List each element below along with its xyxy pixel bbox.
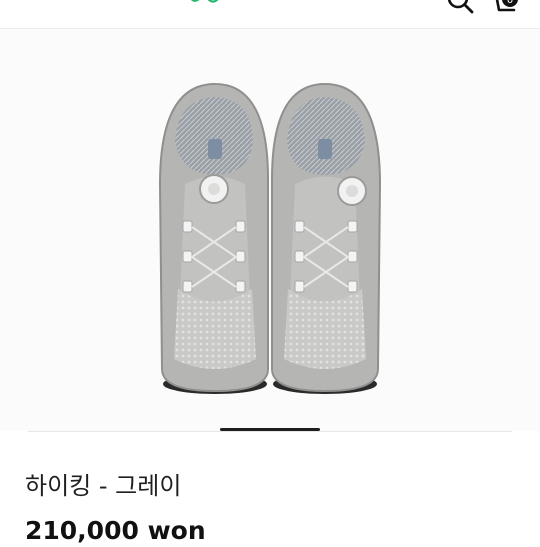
- left-shoe: [158, 82, 269, 394]
- cart-icon[interactable]: 0: [488, 0, 522, 20]
- image-divider: [28, 431, 512, 432]
- product-image-carousel[interactable]: [0, 29, 540, 432]
- product-price: 210,000 won: [25, 516, 206, 545]
- product-image[interactable]: [0, 29, 540, 431]
- right-shoe: [271, 82, 382, 394]
- header-actions: 0: [436, 0, 526, 22]
- product-title: 하이킹 - 그레이: [25, 472, 182, 500]
- search-icon[interactable]: [444, 0, 478, 20]
- top-bar: 0: [0, 0, 540, 29]
- brand-logo-icon[interactable]: [186, 0, 226, 6]
- cart-badge: 0: [507, 0, 513, 6]
